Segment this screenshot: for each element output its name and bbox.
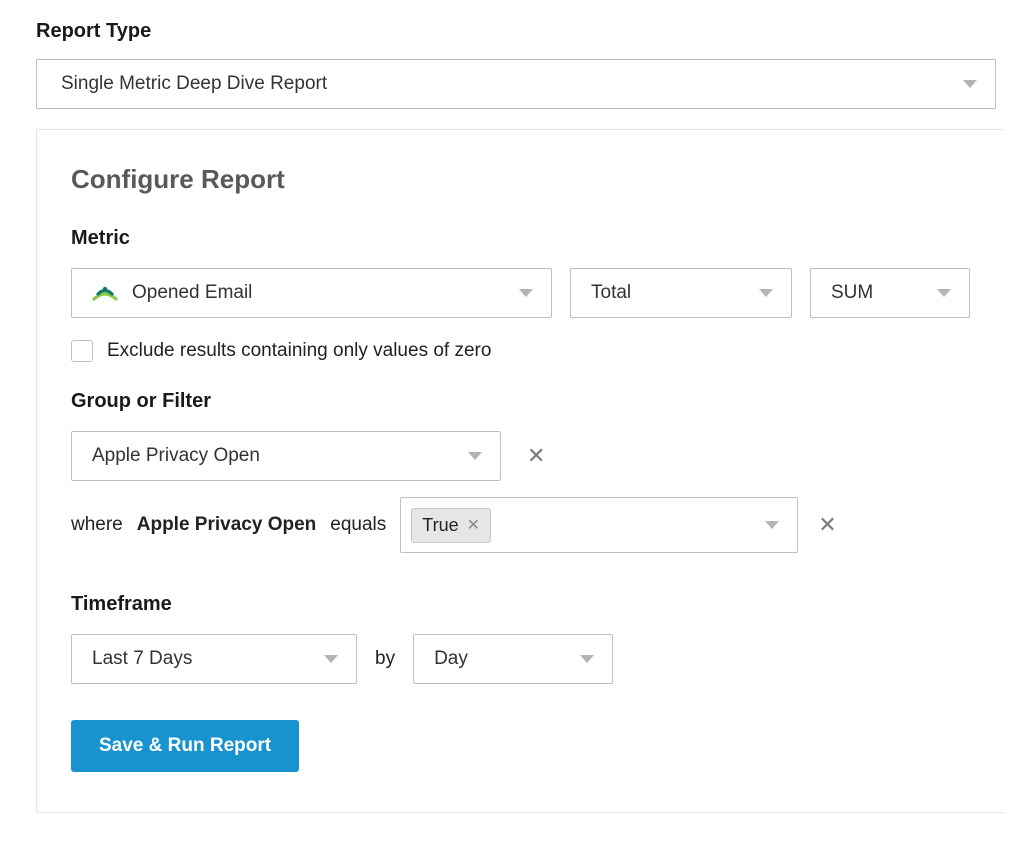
exclude-zero-label: Exclude results containing only values o… (107, 340, 491, 362)
chevron-down-icon (963, 80, 977, 88)
timeframe-period-value: Last 7 Days (92, 648, 192, 670)
exclude-zero-row: Exclude results containing only values o… (71, 340, 970, 362)
remove-condition-button[interactable]: ✕ (812, 506, 842, 544)
where-field: Apple Privacy Open (137, 514, 317, 536)
exclude-zero-checkbox[interactable] (71, 340, 93, 362)
filter-value-text: True (422, 515, 458, 536)
metric-row: Opened Email Total SUM (71, 268, 970, 318)
filter-value-tag: True ✕ (411, 508, 491, 543)
metric-select[interactable]: Opened Email (71, 268, 552, 318)
group-filter-value: Apple Privacy Open (92, 445, 260, 467)
timeframe-label: Timeframe (71, 593, 970, 616)
chevron-down-icon (580, 655, 594, 663)
configure-report-title: Configure Report (71, 164, 970, 195)
metric-function-select[interactable]: SUM (810, 268, 970, 318)
metric-function-value: SUM (831, 282, 873, 304)
by-word: by (375, 648, 395, 670)
group-filter-label: Group or Filter (71, 390, 970, 413)
chevron-down-icon (519, 289, 533, 297)
report-type-select[interactable]: Single Metric Deep Dive Report (36, 59, 996, 109)
metric-aggregation-select[interactable]: Total (570, 268, 792, 318)
chevron-down-icon (468, 452, 482, 460)
where-prefix: where (71, 514, 123, 536)
metric-value: Opened Email (132, 282, 252, 304)
remove-tag-button[interactable]: ✕ (467, 515, 480, 535)
save-run-report-button[interactable]: Save & Run Report (71, 720, 299, 772)
configure-report-panel: Configure Report Metric Opened Email Tot… (36, 129, 1004, 813)
report-type-label: Report Type (36, 20, 1004, 43)
group-filter-select[interactable]: Apple Privacy Open (71, 431, 501, 481)
remove-group-filter-button[interactable]: ✕ (521, 437, 551, 475)
timeframe-row: Last 7 Days by Day (71, 634, 970, 684)
filter-value-select[interactable]: True ✕ (400, 497, 798, 553)
timeframe-period-select[interactable]: Last 7 Days (71, 634, 357, 684)
chevron-down-icon (324, 655, 338, 663)
chevron-down-icon (765, 521, 779, 529)
filter-condition-row: where Apple Privacy Open equals True ✕ ✕ (71, 497, 970, 553)
chevron-down-icon (937, 289, 951, 297)
metric-label: Metric (71, 227, 970, 250)
report-type-value: Single Metric Deep Dive Report (61, 73, 327, 95)
metric-aggregation-value: Total (591, 282, 631, 304)
group-filter-row: Apple Privacy Open ✕ (71, 431, 970, 481)
opened-email-icon (92, 283, 118, 303)
chevron-down-icon (759, 289, 773, 297)
timeframe-grain-value: Day (434, 648, 468, 670)
timeframe-grain-select[interactable]: Day (413, 634, 613, 684)
equals-word: equals (330, 514, 386, 536)
